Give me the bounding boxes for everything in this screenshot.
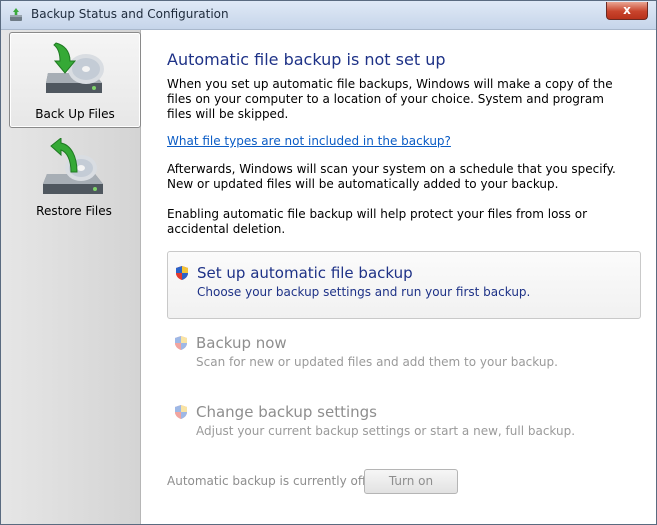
backup-app-icon [10,8,22,21]
uac-shield-icon [175,336,187,350]
window-title: Backup Status and Configuration [31,7,229,21]
task-description: Scan for new or updated files and add th… [196,355,558,369]
excluded-file-types-link[interactable]: What file types are not included in the … [167,134,451,148]
set-up-backup-task[interactable]: Set up automatic file backup Choose your… [167,251,641,319]
sidebar-item-restore-files[interactable]: Restore Files [9,132,139,226]
sidebar-item-label: Back Up Files [35,107,115,121]
schedule-text: Afterwards, Windows will scan your syste… [167,162,616,191]
intro-text: When you set up automatic file backups, … [167,77,613,121]
page-title: Automatic file backup is not set up [167,50,446,69]
backup-disk-icon [46,42,104,93]
task-title: Change backup settings [196,403,377,421]
title-bar[interactable]: Backup Status and Configuration x [1,1,656,30]
main-content: Automatic file backup is not set up When… [141,30,656,524]
sidebar: Back Up Files Restore Files [1,30,141,524]
change-backup-settings-task[interactable]: Change backup settings Adjust your curre… [167,391,639,457]
backup-now-task[interactable]: Backup now Scan for new or updated files… [167,322,639,388]
task-description: Adjust your current backup settings or s… [196,424,576,438]
uac-shield-icon [176,266,188,280]
task-title: Backup now [196,334,287,352]
sidebar-item-back-up-files[interactable]: Back Up Files [9,32,141,128]
task-description: Choose your backup settings and run your… [197,285,531,299]
close-button[interactable]: x [606,2,648,20]
task-title: Set up automatic file backup [197,264,413,282]
restore-disk-icon [43,138,103,194]
close-icon: x [623,3,631,17]
backup-window: Backup Status and Configuration x Back U… [0,0,657,525]
turn-on-button[interactable]: Turn on [364,469,458,494]
protection-text: Enabling automatic file backup will help… [167,207,588,236]
sidebar-item-label: Restore Files [36,204,112,218]
uac-shield-icon [175,405,187,419]
backup-status-text: Automatic backup is currently off [167,474,367,488]
